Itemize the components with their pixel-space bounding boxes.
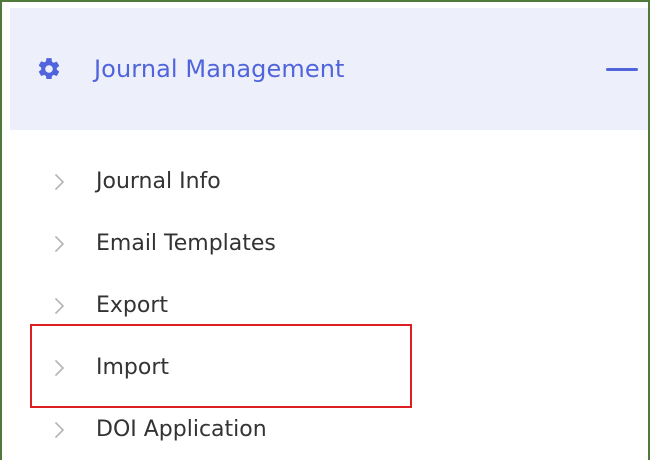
chevron-right-icon — [55, 298, 64, 314]
chevron-right-icon — [55, 422, 64, 438]
menu-item-import[interactable]: Import — [2, 346, 648, 390]
menu-item-label: Email Templates — [96, 231, 276, 256]
chevron-right-icon — [55, 174, 64, 190]
menu-item-journal-info[interactable]: Journal Info — [2, 160, 648, 204]
header-title: Journal Management — [94, 55, 345, 83]
menu-item-label: Export — [96, 293, 169, 318]
menu-item-label: Import — [96, 355, 170, 380]
journal-management-header[interactable]: Journal Management — [10, 8, 648, 130]
chevron-right-icon — [55, 236, 64, 252]
menu-item-label: Journal Info — [96, 169, 221, 194]
menu-item-email-templates[interactable]: Email Templates — [2, 222, 648, 266]
menu-item-export[interactable]: Export — [2, 284, 648, 328]
chevron-right-icon — [55, 360, 64, 376]
minus-icon[interactable] — [606, 57, 638, 81]
menu-item-doi-application[interactable]: DOI Application — [2, 408, 648, 452]
gear-icon — [38, 58, 60, 80]
menu-item-label: DOI Application — [96, 417, 267, 442]
journal-management-panel: Journal Management Journal Info Email Te… — [0, 0, 650, 460]
